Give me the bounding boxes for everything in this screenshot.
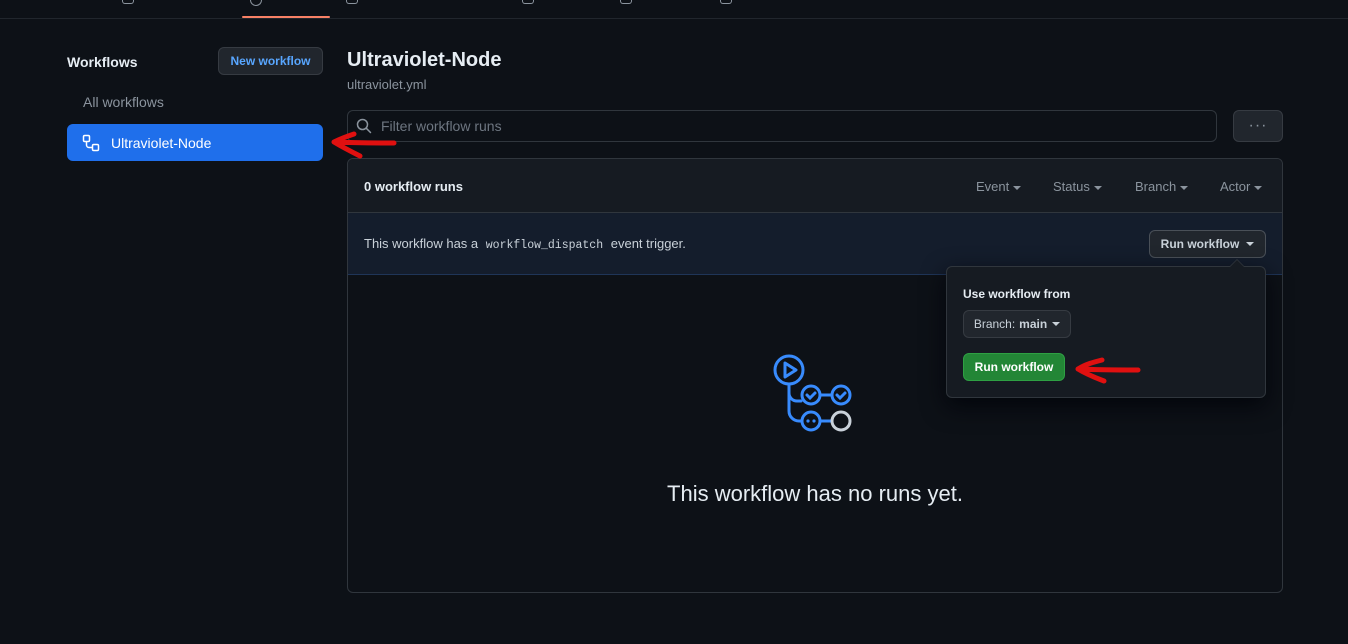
- sidebar-title: Workflows: [67, 54, 138, 70]
- kebab-icon[interactable]: ···: [1233, 110, 1283, 142]
- projects-icon[interactable]: [346, 0, 358, 4]
- annotation-arrow-sidebar: [331, 131, 397, 159]
- sidebar-item-label: Ultraviolet-Node: [111, 134, 212, 151]
- run-workflow-button[interactable]: Run workflow: [963, 353, 1065, 381]
- event-filter[interactable]: Event: [976, 179, 1022, 194]
- caret-down-icon: [1013, 185, 1022, 190]
- branch-filter-label: Branch: [1135, 179, 1177, 194]
- caret-down-icon: [1180, 185, 1189, 190]
- caret-down-icon: [1246, 242, 1255, 246]
- security-icon[interactable]: [522, 0, 534, 4]
- dispatch-text: This workflow has a workflow_dispatch ev…: [364, 236, 686, 252]
- sidebar-item-ultraviolet-node[interactable]: Ultraviolet-Node: [67, 124, 323, 161]
- actions-icon[interactable]: [250, 0, 262, 6]
- filter-workflow-runs-input[interactable]: [381, 118, 1201, 134]
- branch-filter[interactable]: Branch: [1135, 179, 1189, 194]
- actions-empty-icon: [773, 354, 852, 432]
- branch-prefix: Branch:: [973, 317, 1016, 331]
- event-filter-label: Event: [976, 179, 1010, 194]
- branch-select-button[interactable]: Branch: main: [963, 310, 1071, 338]
- runs-header: 0 workflow runs Event Status Branch Acto…: [348, 159, 1282, 213]
- active-tab-indicator: [242, 16, 330, 18]
- annotation-arrow-run: [1075, 357, 1141, 384]
- settings-icon[interactable]: [720, 0, 732, 4]
- dispatch-text-before: This workflow has a: [364, 236, 479, 251]
- repo-nav: [0, 0, 1348, 19]
- caret-down-icon: [1093, 185, 1102, 190]
- runs-count: 0 workflow runs: [364, 179, 463, 194]
- status-filter-label: Status: [1053, 179, 1090, 194]
- actor-filter-label: Actor: [1220, 179, 1251, 194]
- status-filter[interactable]: Status: [1053, 179, 1102, 194]
- popup-label: Use workflow from: [963, 287, 1071, 301]
- branch-name: main: [1019, 317, 1048, 331]
- caret-down-icon: [1052, 322, 1061, 326]
- insights-icon[interactable]: [620, 0, 632, 4]
- code-icon[interactable]: [122, 0, 134, 4]
- run-workflow-dropdown-label: Run workflow: [1160, 237, 1240, 251]
- dispatch-code: workflow_dispatch: [485, 239, 604, 252]
- workflow-icon: [82, 134, 100, 151]
- page-title: Ultraviolet-Node: [347, 49, 502, 71]
- run-workflow-dropdown-button[interactable]: Run workflow: [1149, 230, 1266, 258]
- empty-state-message: This workflow has no runs yet.: [667, 481, 963, 506]
- sidebar-item-all-workflows[interactable]: All workflows: [83, 94, 164, 110]
- workflow-filename[interactable]: ultraviolet.yml: [347, 77, 426, 92]
- filter-bar: [347, 110, 1217, 142]
- caret-down-icon: [1254, 185, 1263, 190]
- new-workflow-button[interactable]: New workflow: [218, 47, 323, 75]
- actor-filter[interactable]: Actor: [1220, 179, 1263, 194]
- dispatch-text-after: event trigger.: [610, 236, 686, 251]
